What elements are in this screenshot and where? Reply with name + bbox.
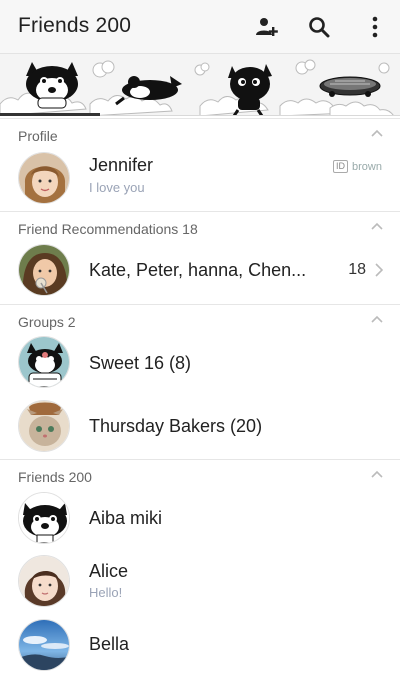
chevron-up-icon	[371, 129, 383, 137]
section-header-recommendations[interactable]: Friend Recommendations 18	[0, 211, 400, 241]
profile-row[interactable]: Jennifer I love you ID brown	[0, 148, 400, 210]
avatar	[18, 619, 70, 671]
section-header-friends[interactable]: Friends 200	[0, 459, 400, 489]
search-button[interactable]	[304, 12, 334, 42]
section-header-groups[interactable]: Groups 2	[0, 304, 400, 334]
app-bar: Friends 200	[0, 0, 400, 54]
profile-status: I love you	[89, 180, 145, 195]
sticker-tab-2[interactable]	[100, 54, 200, 116]
friend-name: Bella	[89, 634, 130, 654]
section-header-profile[interactable]: Profile	[0, 118, 400, 148]
sticker-tab-1[interactable]	[0, 54, 100, 116]
group-name: Sweet 16 (8)	[89, 353, 192, 373]
profile-name: Jennifer	[89, 155, 154, 175]
group-row[interactable]: Thursday Bakers (20)	[0, 398, 400, 458]
section-title: Groups 2	[18, 314, 76, 330]
group-row[interactable]: Sweet 16 (8)	[0, 334, 400, 398]
id-label: ID	[333, 160, 349, 173]
avatar	[18, 244, 70, 296]
search-icon	[309, 17, 330, 38]
chevron-right-icon	[375, 263, 383, 277]
id-value: brown	[352, 160, 382, 173]
friend-row[interactable]: Alice Hello!	[0, 551, 400, 613]
line-id: ID brown	[333, 160, 382, 173]
group-name: Thursday Bakers (20)	[89, 416, 263, 436]
friend-row[interactable]: Aiba miki	[0, 489, 400, 551]
chevron-up-icon	[371, 470, 383, 478]
avatar	[18, 336, 70, 388]
chevron-up-icon	[371, 222, 383, 230]
friend-name: Aiba miki	[89, 508, 163, 528]
recommendations-row[interactable]: Kate, Peter, hanna, Chen... 18	[0, 241, 400, 303]
sticker-tab-4[interactable]	[300, 54, 400, 116]
avatar	[18, 400, 70, 452]
more-options-button[interactable]	[360, 12, 390, 42]
recommendation-names: Kate, Peter, hanna, Chen...	[89, 260, 307, 280]
chevron-up-icon	[371, 315, 383, 323]
avatar	[18, 492, 70, 544]
page-title: Friends 200	[18, 14, 132, 37]
friend-status: Hello!	[89, 585, 123, 600]
recommendation-count: 18	[348, 261, 366, 278]
avatar	[18, 152, 70, 204]
section-title: Friends 200	[18, 469, 92, 485]
sticker-tab-3[interactable]	[200, 54, 300, 116]
friend-row[interactable]: Bella	[0, 613, 400, 679]
friend-name: Alice	[89, 561, 129, 581]
add-friend-icon	[256, 18, 278, 36]
avatar	[18, 555, 70, 607]
section-title: Profile	[18, 128, 58, 144]
add-friend-button[interactable]	[252, 12, 282, 42]
selected-tab-indicator	[0, 113, 100, 116]
section-title: Friend Recommendations 18	[18, 221, 198, 237]
more-vert-icon	[372, 16, 378, 38]
